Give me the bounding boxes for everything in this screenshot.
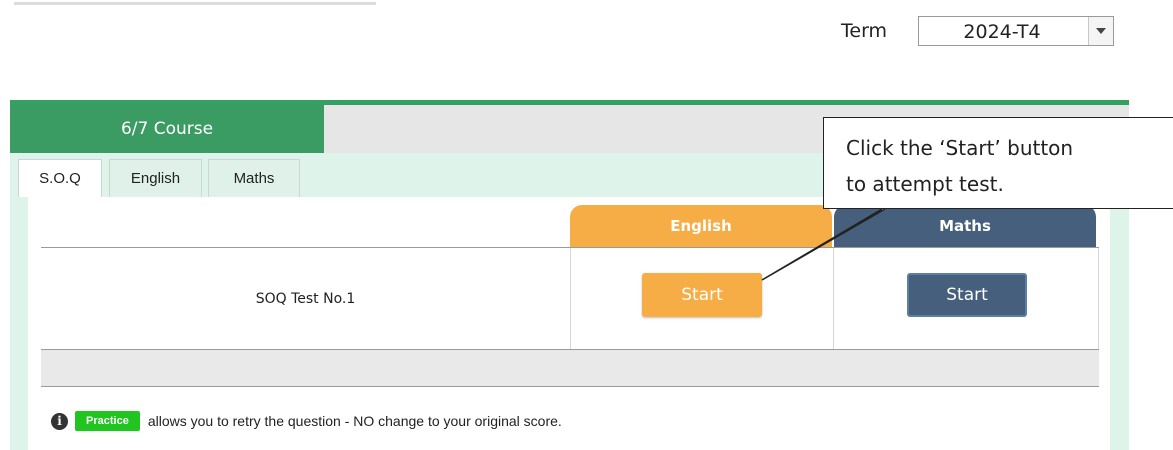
soq-table: English Maths SOQ Test No.1 Start Start … xyxy=(28,197,1110,450)
cut-off-header xyxy=(14,0,376,5)
english-start-button[interactable]: Start xyxy=(642,273,762,317)
term-select[interactable]: 2024-T4 xyxy=(918,16,1114,46)
tab-soq[interactable]: S.O.Q xyxy=(18,159,102,197)
practice-badge: Practice xyxy=(75,411,140,431)
maths-start-button[interactable]: Start xyxy=(907,273,1027,317)
column-header-maths: Maths xyxy=(834,205,1096,247)
tab-english[interactable]: English xyxy=(109,159,202,197)
column-divider xyxy=(1098,248,1099,350)
practice-note: i Practice allows you to retry the quest… xyxy=(51,410,562,432)
column-header-english: English xyxy=(570,205,832,247)
term-value: 2024-T4 xyxy=(963,21,1041,43)
column-divider xyxy=(570,248,571,350)
callout-line-1: Click the ‘Start’ button xyxy=(846,136,1074,160)
column-divider xyxy=(833,248,834,350)
term-label: Term xyxy=(841,20,888,42)
callout-annotation: Click the ‘Start’ button to attempt test… xyxy=(823,117,1173,209)
row-divider xyxy=(41,386,1099,387)
practice-note-text: allows you to retry the question - NO ch… xyxy=(147,413,562,429)
course-tab[interactable]: 6/7 Course xyxy=(10,105,324,153)
info-icon: i xyxy=(51,412,68,430)
empty-row xyxy=(41,350,1099,386)
test-name: SOQ Test No.1 xyxy=(255,291,356,307)
chevron-down-icon[interactable] xyxy=(1088,17,1113,45)
page: Term 2024-T4 6/7 Course S.O.Q English Ma… xyxy=(0,0,1173,450)
callout-line-2: to attempt test. xyxy=(846,172,1004,196)
tab-maths[interactable]: Maths xyxy=(208,159,300,197)
